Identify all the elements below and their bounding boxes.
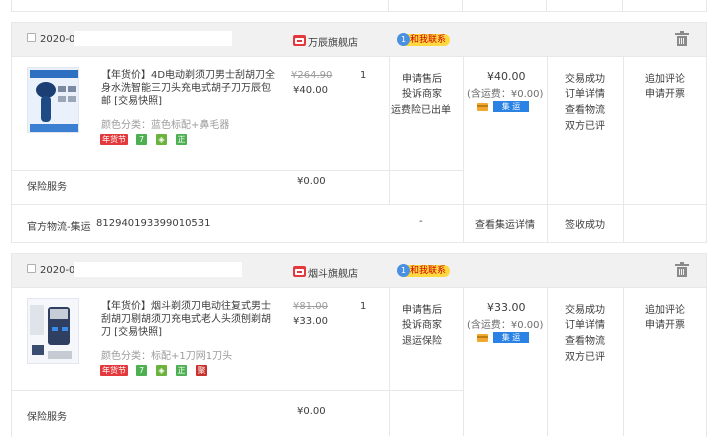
chat-icon: 1 xyxy=(397,264,410,277)
badge-7day-return: 7 xyxy=(136,134,147,145)
apply-aftersale-link[interactable]: 申请售后 xyxy=(402,70,442,85)
contact-label: 和我联系 xyxy=(410,266,447,276)
order-checkbox[interactable] xyxy=(27,264,36,273)
order-total: ¥33.00 xyxy=(487,301,526,314)
order-status: 交易成功 xyxy=(565,74,605,85)
delete-order-icon[interactable] xyxy=(675,31,689,46)
col-divider xyxy=(389,57,390,204)
chat-icon: 1 xyxy=(397,33,410,46)
consolidated-shipping-tag: 集 运 xyxy=(493,101,529,112)
complain-seller-link[interactable]: 投诉商家 xyxy=(402,316,442,331)
original-price: ¥81.00 xyxy=(293,301,328,312)
badge-nianhuo: 年货节 xyxy=(100,134,128,145)
return-insurance-link[interactable]: 退运保险 xyxy=(402,332,442,347)
shop-name-link[interactable]: 烟斗旗舰店 xyxy=(308,265,358,280)
badge-guarantee-icon: ◈ xyxy=(156,365,167,376)
prev-order-line xyxy=(706,0,707,12)
badge-guarantee-icon: ◈ xyxy=(156,134,167,145)
badge-genuine: 正 xyxy=(176,134,187,145)
shop-icon xyxy=(293,35,306,46)
badge-nianhuo: 年货节 xyxy=(100,365,128,376)
prev-order-line xyxy=(388,0,389,12)
view-logistics-link[interactable]: 查看物流 xyxy=(565,332,605,347)
prev-order-line xyxy=(622,0,623,12)
request-invoice-link[interactable]: 申请开票 xyxy=(645,85,685,100)
unit-price: ¥33.00 xyxy=(293,316,328,327)
order-detail-link[interactable]: 订单详情 xyxy=(565,316,605,331)
contact-seller-button[interactable]: 1 和我联系 xyxy=(397,33,451,46)
shipping-fee: (含运费：¥0.00) xyxy=(467,89,544,100)
quantity: 1 xyxy=(360,70,367,81)
shaver-image xyxy=(28,299,78,363)
product-spec: 颜色分类：标配+1刀网1刀头 xyxy=(101,351,233,362)
complain-seller-link[interactable]: 投诉商家 xyxy=(402,85,442,100)
insurance-label: 保险服务 xyxy=(27,412,67,423)
add-review-link[interactable]: 追加评论 xyxy=(645,301,685,316)
delivery-status: 签收成功 xyxy=(565,220,605,231)
order-card: 2020-0 万辰旗舰店 1 和我联系 【年货价】4D电动剃须刀男士刮胡刀全身水… xyxy=(11,22,707,243)
shaver-image xyxy=(28,68,78,132)
order-header: 2020-0 万辰旗舰店 1 和我联系 xyxy=(12,23,706,57)
redacted-order-number xyxy=(74,31,232,46)
order-detail-link[interactable]: 订单详情 xyxy=(565,85,605,100)
order-date: 2020-0 xyxy=(40,34,76,45)
quantity: 1 xyxy=(360,301,367,312)
order-date: 2020-0 xyxy=(40,265,76,276)
insurance-label: 保险服务 xyxy=(27,182,67,193)
col-divider xyxy=(463,57,464,243)
row-divider xyxy=(12,390,463,391)
badge-7day-return: 7 xyxy=(136,365,147,376)
col-divider xyxy=(623,57,624,243)
product-thumbnail[interactable] xyxy=(27,298,79,364)
review-status: 双方已评 xyxy=(565,121,605,132)
col-divider xyxy=(463,288,464,436)
shipping-fee: (含运费：¥0.00) xyxy=(467,320,544,331)
shop-icon xyxy=(293,266,306,277)
contact-seller-button[interactable]: 1 和我联系 xyxy=(397,264,451,277)
prev-order-line xyxy=(11,0,12,12)
tracking-number: 812940193399010531 xyxy=(96,218,211,229)
product-title-link[interactable]: 【年货价】4D电动剃须刀男士刮胡刀全身水洗智能三刀头充电式胡子刀万辰包邮 [交易… xyxy=(101,69,276,108)
order-total: ¥40.00 xyxy=(487,70,526,83)
badge-genuine: 正 xyxy=(176,365,187,376)
redacted-order-number xyxy=(74,262,242,277)
payment-card-icon xyxy=(477,103,488,111)
shipping-insurance-status: 运费险已出单 xyxy=(391,105,451,116)
order-status: 交易成功 xyxy=(565,305,605,316)
product-spec: 颜色分类：蓝色标配+鼻毛器 xyxy=(101,120,230,131)
apply-aftersale-link[interactable]: 申请售后 xyxy=(402,301,442,316)
prev-order-line xyxy=(546,0,547,12)
consolidated-shipping-tag: 集 运 xyxy=(493,332,529,343)
review-status: 双方已评 xyxy=(565,352,605,363)
order-card: 2020-0 烟斗旗舰店 1 和我联系 【年货价】烟斗剃须刀电动往复式男士刮胡刀… xyxy=(11,253,707,437)
col-divider xyxy=(547,288,548,436)
delete-order-icon[interactable] xyxy=(675,262,689,277)
order-checkbox[interactable] xyxy=(27,33,36,42)
prev-order-line xyxy=(462,0,463,12)
col-divider xyxy=(623,288,624,436)
logistics-label: 官方物流-集运 xyxy=(27,222,91,233)
product-title-link[interactable]: 【年货价】烟斗剃须刀电动往复式男士刮胡刀剔胡须刀充电式老人头须刨剃胡刀 [交易快… xyxy=(101,300,276,339)
row-divider xyxy=(12,204,707,205)
col-divider xyxy=(547,57,548,243)
view-consolidation-detail-link[interactable]: 查看集运详情 xyxy=(475,216,535,231)
shop-name-link[interactable]: 万辰旗舰店 xyxy=(308,34,358,49)
payment-card-icon xyxy=(477,334,488,342)
prev-order-bottom-border xyxy=(11,11,707,12)
add-review-link[interactable]: 追加评论 xyxy=(645,70,685,85)
contact-label: 和我联系 xyxy=(410,35,447,45)
product-thumbnail[interactable] xyxy=(27,67,79,133)
original-price: ¥264.90 xyxy=(291,70,333,81)
badge-juhuasuan: 聚 xyxy=(196,365,207,376)
unit-price: ¥40.00 xyxy=(293,85,328,96)
col-divider xyxy=(389,288,390,436)
view-logistics-link[interactable]: 查看物流 xyxy=(565,101,605,116)
request-invoice-link[interactable]: 申请开票 xyxy=(645,316,685,331)
logistics-dash: - xyxy=(419,216,423,227)
insurance-price: ¥0.00 xyxy=(297,406,326,417)
row-divider xyxy=(12,170,463,171)
insurance-price: ¥0.00 xyxy=(297,176,326,187)
order-header: 2020-0 烟斗旗舰店 1 和我联系 xyxy=(12,254,706,288)
